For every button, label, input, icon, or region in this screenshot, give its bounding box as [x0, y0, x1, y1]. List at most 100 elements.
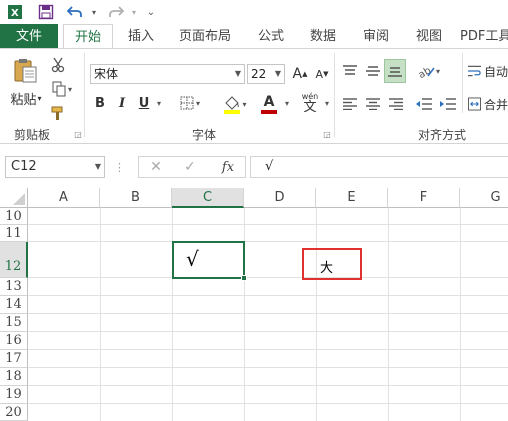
font-color-dropdown-icon[interactable]: ▾ — [282, 94, 292, 112]
increase-font-size-icon[interactable]: A ▲ — [290, 64, 310, 84]
gridline — [28, 295, 508, 296]
align-center-icon[interactable] — [363, 95, 383, 113]
increase-indent-icon[interactable] — [438, 95, 458, 113]
paste-button[interactable]: 粘贴 ▾ — [8, 89, 44, 108]
fill-handle[interactable] — [241, 275, 247, 281]
phonetic-guide-icon[interactable]: wén 文 — [298, 91, 322, 115]
font-size-select[interactable]: 22 ▼ — [247, 64, 285, 84]
formula-buttons: ✕ ✓ fx — [138, 156, 246, 178]
highlight-box — [302, 248, 362, 280]
column-header-a[interactable]: A — [28, 188, 100, 208]
dialog-launcher-icon[interactable]: ◲ — [73, 129, 83, 139]
cut-icon[interactable] — [48, 55, 68, 75]
gridline — [172, 208, 173, 421]
fill-color-icon[interactable]: ▾ — [220, 93, 250, 115]
tab-data[interactable]: 数据 — [300, 24, 346, 49]
italic-button[interactable]: I — [114, 94, 130, 112]
tab-review[interactable]: 审阅 — [353, 24, 399, 49]
row-header-14[interactable]: 14 — [0, 296, 28, 314]
merge-cells-icon — [468, 97, 481, 111]
decrease-font-size-icon[interactable]: A ▼ — [312, 64, 332, 84]
undo-dropdown-icon[interactable]: ▾ — [88, 2, 100, 22]
underline-button[interactable]: U — [136, 94, 152, 112]
gridline — [28, 403, 508, 404]
align-right-icon[interactable] — [386, 95, 406, 113]
chevron-down-icon: ▾ — [37, 93, 42, 103]
gridline — [28, 331, 508, 332]
row-header-13[interactable]: 13 — [0, 278, 28, 296]
gridline — [316, 208, 317, 421]
customize-qat-icon[interactable]: ⌄ — [144, 2, 158, 22]
name-box[interactable]: C12 ▼ — [5, 156, 105, 178]
wrap-text-button[interactable]: 自动 — [468, 61, 508, 81]
gridline — [28, 277, 508, 278]
format-painter-icon[interactable] — [48, 103, 68, 123]
underline-dropdown-icon[interactable]: ▾ — [154, 94, 164, 112]
row-header-12[interactable]: 12 — [0, 242, 28, 278]
borders-icon[interactable]: ▾ — [176, 94, 204, 112]
paste-label: 粘贴 — [10, 92, 37, 108]
cancel-icon[interactable]: ✕ — [145, 158, 167, 176]
gridline — [28, 241, 508, 242]
group-divider — [84, 53, 85, 137]
wrap-text-label: 自动 — [483, 64, 508, 79]
paste-icon[interactable] — [8, 55, 42, 85]
column-header-b[interactable]: B — [100, 188, 172, 208]
formula-bar-grip-icon[interactable]: ⋮ — [114, 158, 125, 176]
cell-b10[interactable] — [100, 208, 172, 225]
ribbon-home: 粘贴 ▾ ▾ 剪贴板 ◲ 宋体 ▼ 22 ▼ A ▲ A ▼ B I U ▾ ▾ ▾… — [0, 48, 508, 144]
row-header-10[interactable]: 10 — [0, 208, 28, 225]
gridline — [100, 208, 101, 421]
orientation-icon[interactable]: ab ▾ — [414, 61, 444, 81]
row-header-16[interactable]: 16 — [0, 332, 28, 350]
ribbon-tabs: 文件 开始 插入 页面布局 公式 数据 审阅 视图 PDF工具 — [0, 24, 508, 49]
tab-insert[interactable]: 插入 — [118, 24, 164, 49]
copy-icon[interactable]: ▾ — [48, 79, 76, 99]
gridline — [28, 367, 508, 368]
svg-text:X: X — [11, 8, 19, 19]
save-icon[interactable] — [36, 2, 56, 22]
column-header-e[interactable]: E — [316, 188, 388, 208]
dialog-launcher-icon[interactable]: ◲ — [322, 129, 332, 139]
align-top-icon[interactable] — [340, 61, 360, 81]
row-header-19[interactable]: 19 — [0, 386, 28, 404]
align-left-icon[interactable] — [340, 95, 360, 113]
formula-bar: C12 ▼ ⋮ ✕ ✓ fx √ — [0, 144, 508, 188]
formula-input[interactable]: √ — [250, 156, 508, 178]
column-header-c[interactable]: C — [172, 188, 244, 208]
merge-center-button[interactable]: 合并 — [468, 95, 508, 113]
redo-icon[interactable] — [106, 2, 126, 22]
select-all-corner[interactable] — [0, 188, 28, 208]
column-header-g[interactable]: G — [460, 188, 508, 208]
font-color-icon[interactable]: A — [254, 93, 284, 115]
row-header-11[interactable]: 11 — [0, 225, 28, 242]
column-header-d[interactable]: D — [244, 188, 316, 208]
worksheet-grid: A B C D E F G 10 11 12 13 14 15 16 17 18… — [0, 188, 508, 421]
gridline — [28, 385, 508, 386]
undo-icon[interactable] — [64, 2, 86, 22]
phonetic-dropdown-icon[interactable]: ▾ — [322, 94, 332, 112]
row-header-15[interactable]: 15 — [0, 314, 28, 332]
tab-pdf-tools[interactable]: PDF工具 — [460, 24, 508, 49]
align-bottom-icon[interactable] — [384, 59, 406, 83]
font-color-letter: A — [263, 93, 275, 110]
decrease-indent-icon[interactable] — [414, 95, 434, 113]
cell-c12-selected[interactable]: √ — [172, 241, 247, 281]
row-header-18[interactable]: 18 — [0, 368, 28, 386]
bold-button[interactable]: B — [92, 94, 108, 112]
align-middle-icon[interactable] — [363, 61, 383, 81]
row-header-20[interactable]: 20 — [0, 404, 28, 421]
tab-home[interactable]: 开始 — [63, 24, 113, 49]
tab-view[interactable]: 视图 — [406, 24, 452, 49]
font-name-select[interactable]: 宋体 ▼ — [90, 64, 245, 84]
enter-icon[interactable]: ✓ — [179, 158, 201, 176]
tab-file[interactable]: 文件 — [0, 24, 58, 49]
gridline — [460, 208, 461, 421]
tab-page-layout[interactable]: 页面布局 — [170, 24, 240, 49]
tab-formulas[interactable]: 公式 — [248, 24, 294, 49]
group-divider — [462, 53, 463, 113]
column-header-f[interactable]: F — [388, 188, 460, 208]
insert-function-button[interactable]: fx — [215, 158, 241, 176]
row-header-17[interactable]: 17 — [0, 350, 28, 368]
redo-dropdown-icon[interactable]: ▾ — [128, 2, 140, 22]
